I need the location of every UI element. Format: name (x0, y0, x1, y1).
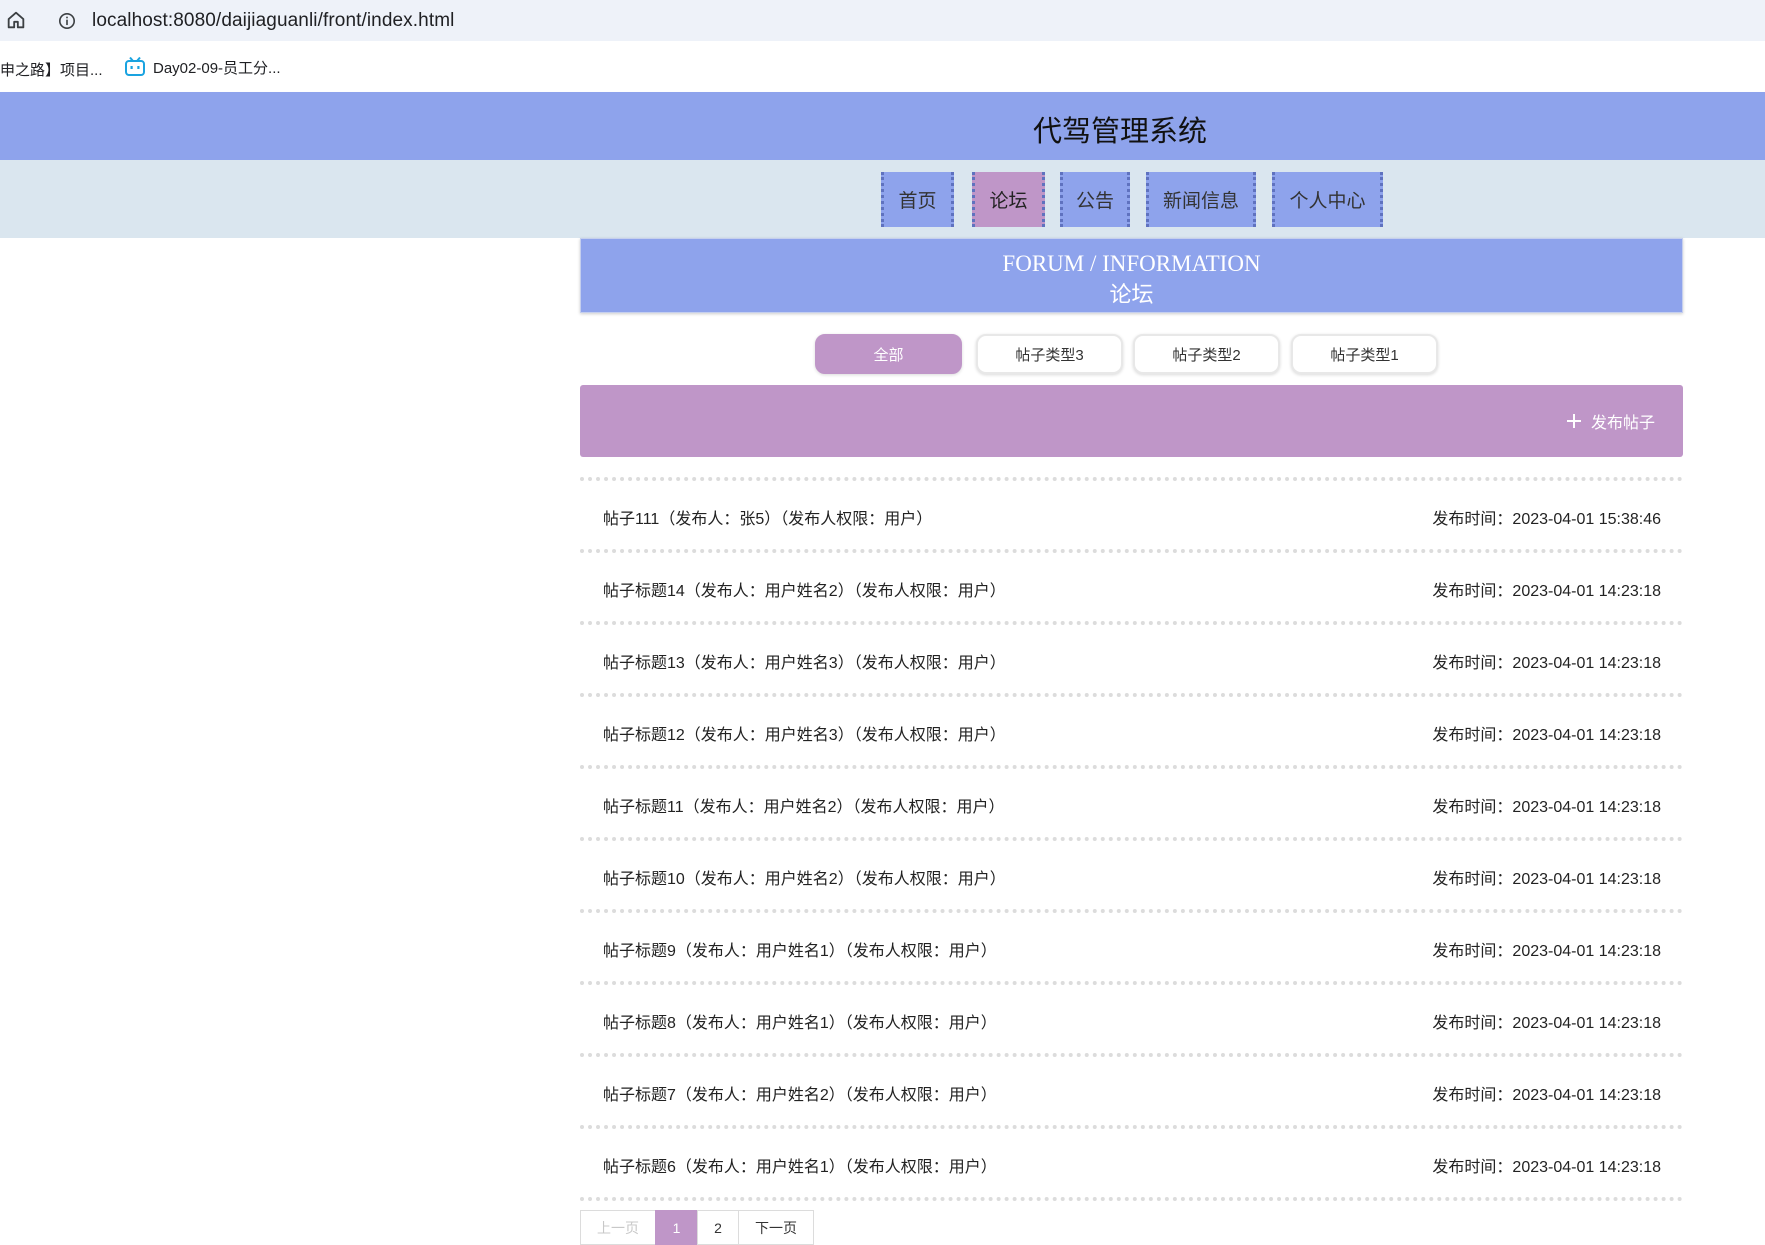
nav-profile[interactable]: 个人中心 (1272, 172, 1383, 227)
post-time: 发布时间：2023-04-01 14:23:18 (1432, 655, 1661, 672)
post-time: 发布时间：2023-04-01 14:23:18 (1432, 1159, 1661, 1176)
post-title[interactable]: 帖子111（发布人：张5）（发布人权限：用户） (603, 505, 932, 529)
post-title[interactable]: 帖子标题10（发布人：用户姓名2）（发布人权限：用户） (603, 865, 1006, 889)
banner-title-cn: 论坛 (1109, 283, 1154, 308)
post-time: 发布时间：2023-04-01 15:38:46 (1432, 511, 1661, 528)
post-time: 发布时间：2023-04-01 14:23:18 (1432, 799, 1661, 816)
post-title[interactable]: 帖子标题11（发布人：用户姓名2）（发布人权限：用户） (603, 793, 1005, 817)
post-row[interactable]: 帖子标题14（发布人：用户姓名2）（发布人权限：用户） 发布时间：2023-04… (580, 549, 1683, 621)
post-title[interactable]: 帖子标题12（发布人：用户姓名3）（发布人权限：用户） (603, 721, 1006, 745)
nav-home[interactable]: 首页 (881, 172, 954, 227)
category-type3-button[interactable]: 帖子类型3 (976, 334, 1123, 374)
post-row[interactable]: 帖子标题12（发布人：用户姓名3）（发布人权限：用户） 发布时间：2023-04… (580, 693, 1683, 765)
post-time: 发布时间：2023-04-01 14:23:18 (1432, 871, 1661, 888)
post-time: 发布时间：2023-04-01 14:23:18 (1432, 943, 1661, 960)
category-type2-button[interactable]: 帖子类型2 (1133, 334, 1280, 374)
pagination: 上一页 1 2 下一页 (580, 1210, 814, 1245)
prev-page-button[interactable]: 上一页 (580, 1210, 656, 1245)
post-list: 帖子111（发布人：张5）（发布人权限：用户） 发布时间：2023-04-01 … (580, 477, 1683, 1201)
url-text: localhost:8080/daijiaguanli/front/index.… (92, 9, 455, 31)
post-title[interactable]: 帖子标题8（发布人：用户姓名1）（发布人权限：用户） (603, 1009, 997, 1033)
bookmark-item[interactable]: Day02-09-员工分... (124, 56, 281, 78)
forum-banner: FORUM / INFORMATION 论坛 (580, 238, 1683, 313)
bilibili-icon (125, 56, 145, 76)
site-title: 代驾管理系统 (1032, 114, 1207, 148)
category-type1-button[interactable]: 帖子类型1 (1291, 334, 1438, 374)
category-all-button[interactable]: 全部 (815, 334, 962, 374)
post-time: 发布时间：2023-04-01 14:23:18 (1432, 727, 1661, 744)
post-row[interactable]: 帖子标题13（发布人：用户姓名3）（发布人权限：用户） 发布时间：2023-04… (580, 621, 1683, 693)
list-divider (580, 1197, 1683, 1201)
site-info-icon[interactable] (58, 12, 76, 30)
page-1-button[interactable]: 1 (655, 1210, 698, 1245)
post-row[interactable]: 帖子标题7（发布人：用户姓名2）（发布人权限：用户） 发布时间：2023-04-… (580, 1053, 1683, 1125)
home-icon[interactable] (5, 9, 27, 31)
post-title[interactable]: 帖子标题9（发布人：用户姓名1）（发布人权限：用户） (603, 937, 997, 961)
nav-notice[interactable]: 公告 (1060, 172, 1130, 227)
url-field[interactable]: localhost:8080/daijiaguanli/front/index.… (48, 2, 1765, 39)
next-page-button[interactable]: 下一页 (738, 1210, 814, 1245)
post-row[interactable]: 帖子标题8（发布人：用户姓名1）（发布人权限：用户） 发布时间：2023-04-… (580, 981, 1683, 1053)
post-time: 发布时间：2023-04-01 14:23:18 (1432, 1087, 1661, 1104)
post-title[interactable]: 帖子标题13（发布人：用户姓名3）（发布人权限：用户） (603, 649, 1006, 673)
bookmarks-bar: 申之路】项目... Day02-09-员工分... (0, 41, 1765, 92)
plus-icon (1566, 414, 1581, 428)
bookmark-item[interactable]: 申之路】项目... (0, 59, 103, 80)
post-title[interactable]: 帖子标题7（发布人：用户姓名2）（发布人权限：用户） (603, 1081, 997, 1105)
post-row[interactable]: 帖子标题9（发布人：用户姓名1）（发布人权限：用户） 发布时间：2023-04-… (580, 909, 1683, 981)
bookmark-label: Day02-09-员工分... (153, 59, 281, 77)
page-2-button[interactable]: 2 (697, 1210, 739, 1245)
post-row[interactable]: 帖子标题6（发布人：用户姓名1）（发布人权限：用户） 发布时间：2023-04-… (580, 1125, 1683, 1197)
main-nav: 首页 论坛 公告 新闻信息 个人中心 (0, 160, 1765, 238)
nav-forum[interactable]: 论坛 (972, 172, 1045, 227)
site-header: 代驾管理系统 (0, 92, 1765, 160)
post-row[interactable]: 帖子标题11（发布人：用户姓名2）（发布人权限：用户） 发布时间：2023-04… (580, 765, 1683, 837)
post-time: 发布时间：2023-04-01 14:23:18 (1432, 1015, 1661, 1032)
new-post-label: 发布帖子 (1590, 415, 1655, 432)
nav-news[interactable]: 新闻信息 (1146, 172, 1256, 227)
post-title[interactable]: 帖子标题14（发布人：用户姓名2）（发布人权限：用户） (603, 577, 1006, 601)
new-post-button[interactable]: 发布帖子 (1566, 409, 1655, 433)
post-row[interactable]: 帖子111（发布人：张5）（发布人权限：用户） 发布时间：2023-04-01 … (580, 477, 1683, 549)
post-title[interactable]: 帖子标题6（发布人：用户姓名1）（发布人权限：用户） (603, 1153, 997, 1177)
post-row[interactable]: 帖子标题10（发布人：用户姓名2）（发布人权限：用户） 发布时间：2023-04… (580, 837, 1683, 909)
post-toolbar: 发布帖子 (580, 385, 1683, 457)
banner-title-en: FORUM / INFORMATION (1002, 251, 1261, 276)
browser-address-bar: localhost:8080/daijiaguanli/front/index.… (0, 0, 1765, 41)
post-time: 发布时间：2023-04-01 14:23:18 (1432, 583, 1661, 600)
